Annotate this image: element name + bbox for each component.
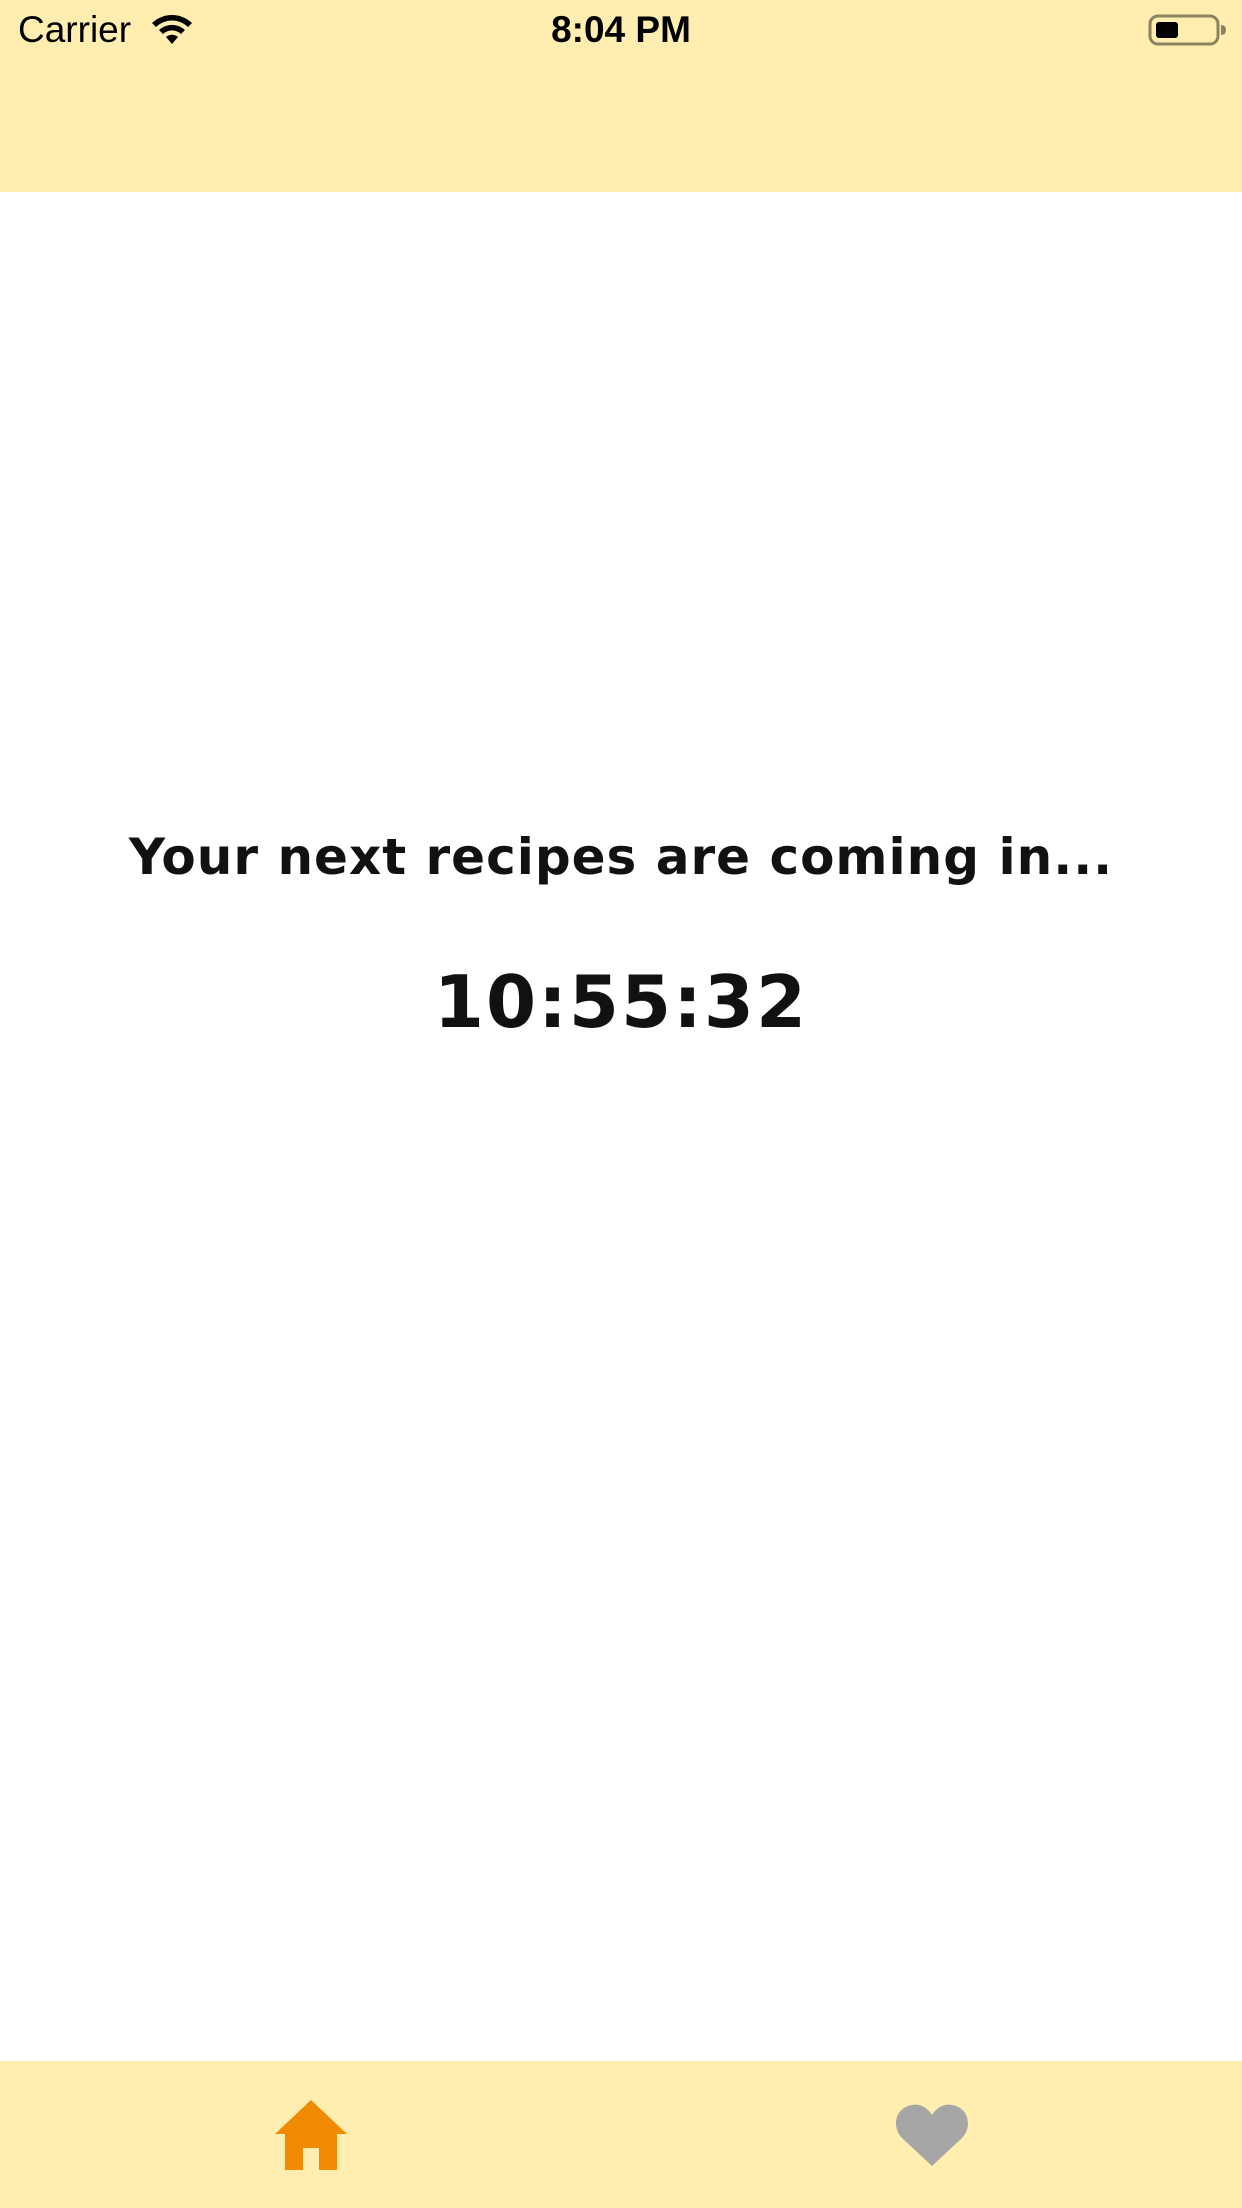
tab-bar [0, 2061, 1242, 2208]
home-icon [273, 2098, 349, 2172]
status-time: 8:04 PM [551, 9, 691, 50]
heart-icon [894, 2102, 970, 2168]
top-header: Carrier 8:04 PM [0, 0, 1242, 192]
tab-home[interactable] [0, 2061, 621, 2208]
main-content [0, 192, 1242, 2061]
countdown-timer: 10:55:32 [433, 960, 809, 1044]
tab-favorites[interactable] [621, 2061, 1242, 2208]
next-recipes-headline: Your next recipes are coming in... [128, 828, 1114, 886]
battery-icon [1148, 13, 1228, 47]
status-bar: Carrier 8:04 PM [0, 0, 1242, 62]
